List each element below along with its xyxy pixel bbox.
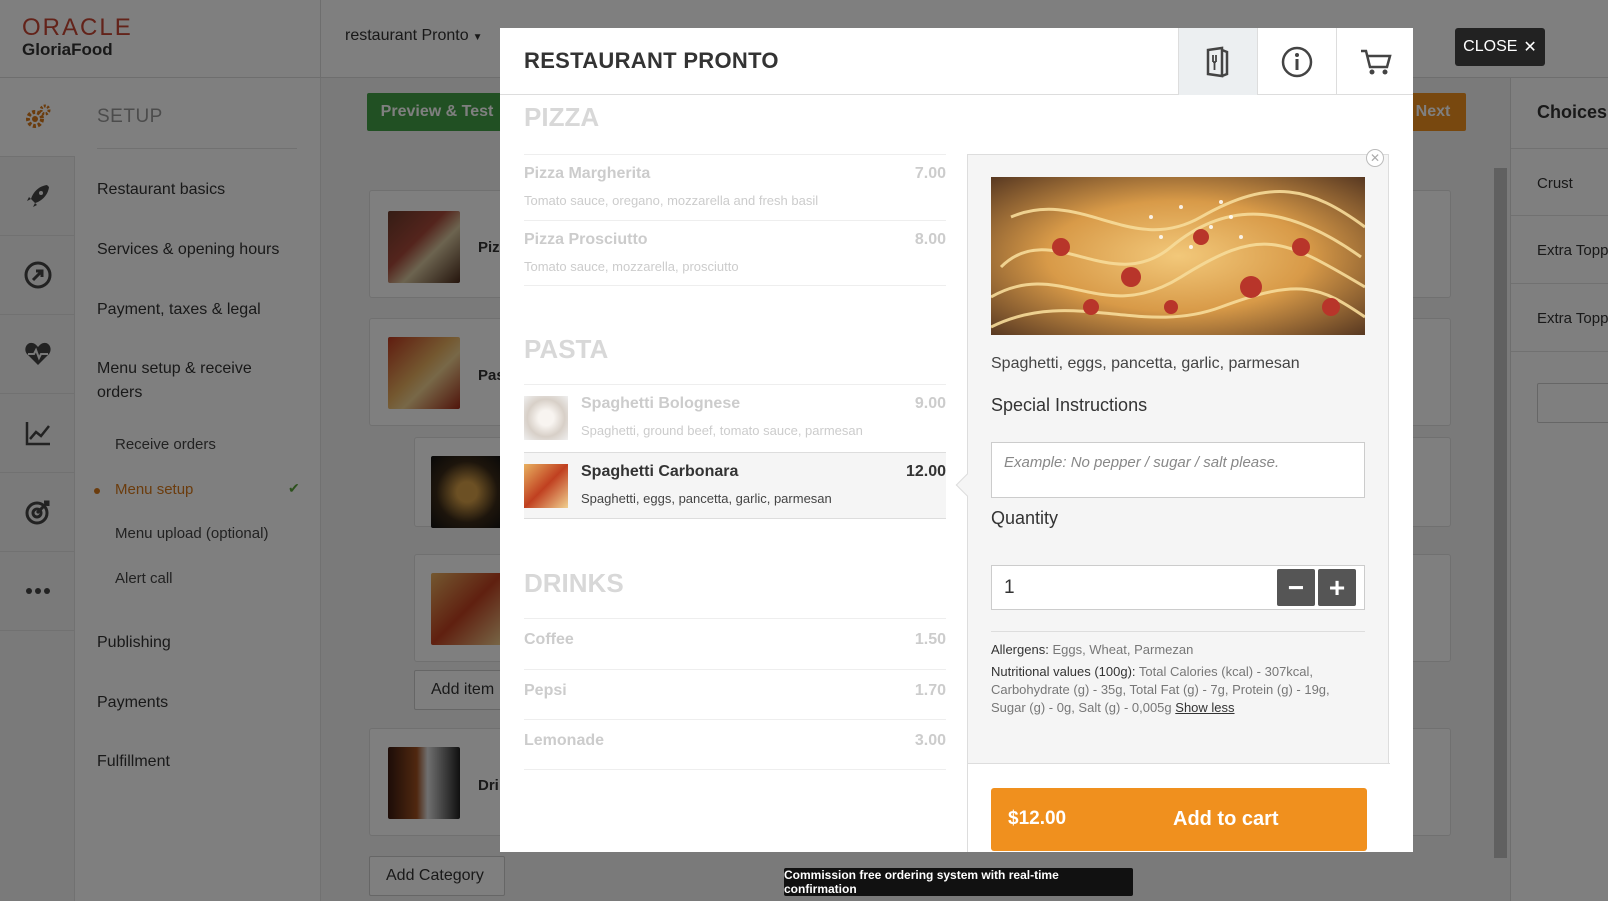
menu-icon: [1206, 46, 1229, 77]
category-heading-pizza: PIZZA: [524, 102, 600, 132]
item-detail-panel: ✕ Spaghetti, eggs, pancetta, garlic, par…: [955, 149, 1390, 852]
menu-item[interactable]: Pizza Prosciutto Tomato sauce, mozzarell…: [524, 220, 946, 286]
cart-price: $12.00: [1008, 808, 1067, 829]
menu-item-name: Spaghetti Bolognese: [581, 395, 741, 412]
tab-info[interactable]: [1257, 28, 1336, 95]
menu-item-desc: Tomato sauce, mozzarella, prosciutto: [524, 259, 739, 274]
dish-photo: [991, 177, 1365, 335]
show-less-link[interactable]: Show less: [1175, 700, 1234, 715]
menu-item-thumbnail: [524, 396, 568, 440]
tooltip: Commission free ordering system with rea…: [784, 868, 1133, 896]
quantity-stepper[interactable]: 1 − +: [991, 565, 1365, 610]
menu-item-price: 8.00: [914, 231, 946, 248]
special-instructions-placeholder: Example: No pepper / sugar / salt please…: [1004, 454, 1280, 471]
category-heading-pasta: PASTA: [524, 334, 609, 364]
decrease-button[interactable]: −: [1277, 569, 1315, 606]
divider: [991, 631, 1365, 632]
menu-item-name: Pepsi: [524, 682, 567, 699]
menu-item-thumbnail: [524, 464, 568, 508]
add-to-cart-button[interactable]: $12.00 Add to cart: [991, 788, 1367, 851]
menu-item-price: 3.00: [914, 732, 946, 749]
menu-item[interactable]: Coffee 1.50: [524, 618, 946, 669]
menu-item[interactable]: Pepsi 1.70: [524, 669, 946, 719]
menu-item-name: Pizza Prosciutto: [524, 231, 648, 248]
dish-description: Spaghetti, eggs, pancetta, garlic, parme…: [991, 355, 1300, 372]
add-to-cart-label: Add to cart: [1173, 808, 1279, 830]
quantity-value[interactable]: 1: [1004, 577, 1015, 599]
menu-item[interactable]: Pizza Margherita Tomato sauce, oregano, …: [524, 154, 946, 220]
close-detail-icon[interactable]: ✕: [1366, 149, 1384, 167]
restaurant-modal: RESTAURANT PRONTO PIZZA Pizza Margherita…: [500, 28, 1413, 852]
allergens-info: Allergens: Eggs, Wheat, Parmezan: [991, 641, 1365, 659]
menu-item[interactable]: Spaghetti Bolognese Spaghetti, ground be…: [524, 384, 946, 452]
allergens-label: Allergens:: [991, 642, 1049, 657]
minus-icon: −: [1287, 571, 1305, 603]
menu-item-desc: Spaghetti, eggs, pancetta, garlic, parme…: [581, 491, 832, 506]
close-icon: ✕: [1523, 39, 1537, 56]
menu-item-price: 1.50: [914, 631, 946, 648]
plus-icon: +: [1328, 571, 1346, 603]
close-button[interactable]: CLOSE ✕: [1455, 28, 1545, 66]
tab-menu[interactable]: [1178, 28, 1257, 95]
modal-header: RESTAURANT PRONTO: [500, 28, 1413, 95]
menu-item-name: Pizza Margherita: [524, 165, 651, 182]
menu-item-name: Spaghetti Carbonara: [581, 463, 739, 480]
menu-item-price: 7.00: [914, 165, 946, 182]
nutrition-label: Nutritional values (100g):: [991, 664, 1136, 679]
modal-title: RESTAURANT PRONTO: [524, 48, 779, 73]
detail-footer: $12.00 Add to cart: [968, 763, 1390, 852]
pointer-arrow: [955, 473, 979, 497]
nutrition-info: Nutritional values (100g): Total Calorie…: [991, 663, 1365, 717]
menu-item-price: 1.70: [914, 682, 946, 699]
info-icon: [1281, 46, 1313, 77]
menu-item-price: 9.00: [914, 395, 946, 412]
menu-item-price: 12.00: [905, 463, 946, 480]
tab-cart[interactable]: [1336, 28, 1413, 95]
allergens-value: Eggs, Wheat, Parmezan: [1052, 642, 1194, 657]
increase-button[interactable]: +: [1318, 569, 1356, 606]
category-heading-drinks: DRINKS: [524, 568, 624, 598]
menu-item-name: Coffee: [524, 631, 574, 648]
menu-item-selected[interactable]: Spaghetti Carbonara Spaghetti, eggs, pan…: [524, 452, 946, 519]
close-label: CLOSE: [1463, 38, 1518, 55]
menu-item-name: Lemonade: [524, 732, 605, 749]
special-instructions-label: Special Instructions: [991, 395, 1148, 415]
menu-item[interactable]: Lemonade 3.00: [524, 719, 946, 770]
quantity-label: Quantity: [991, 508, 1059, 528]
menu-item-desc: Tomato sauce, oregano, mozzarella and fr…: [524, 193, 819, 208]
cart-icon: [1361, 49, 1392, 74]
menu-item-desc: Spaghetti, ground beef, tomato sauce, pa…: [581, 423, 863, 438]
special-instructions-input[interactable]: Example: No pepper / sugar / salt please…: [991, 442, 1365, 498]
